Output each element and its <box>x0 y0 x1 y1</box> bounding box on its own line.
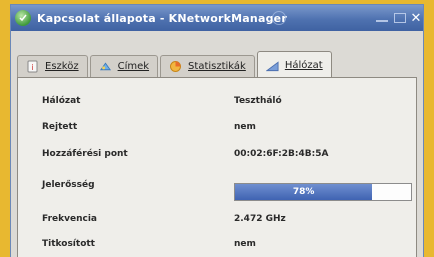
address-icon <box>99 60 112 73</box>
device-icon: i <box>26 60 39 73</box>
signal-bars-icon <box>265 59 279 72</box>
tab-label-addresses: Címek <box>117 61 150 72</box>
tab-statistics[interactable]: Statisztikák <box>160 55 255 77</box>
label-network: Hálózat <box>42 96 81 106</box>
close-button[interactable]: ✕ <box>409 10 423 26</box>
pin-icon <box>272 11 286 25</box>
value-frequency: 2.472 GHz <box>234 214 286 224</box>
close-icon: ✕ <box>410 10 422 26</box>
label-access-point: Hozzáférési pont <box>42 149 128 159</box>
value-network: Tesztháló <box>234 96 282 106</box>
title-bar[interactable]: Kapcsolat állapota - KNetworkManager ✕ <box>11 5 423 31</box>
label-encrypted: Titkosított <box>42 239 95 249</box>
tab-addresses[interactable]: Címek <box>89 55 159 77</box>
tab-bar: i Eszköz Címek Statisztikák Hálózat <box>17 51 334 78</box>
sticky-button[interactable] <box>271 10 287 26</box>
status-window: Kapcsolat állapota - KNetworkManager ✕ i… <box>10 4 424 257</box>
minimize-icon <box>376 14 388 22</box>
value-access-point: 00:02:6F:2B:4B:5A <box>234 149 329 159</box>
label-hidden: Rejtett <box>42 122 78 132</box>
tab-network[interactable]: Hálózat <box>256 51 332 78</box>
tab-device[interactable]: i Eszköz <box>17 55 88 77</box>
signal-strength-value: 78% <box>292 187 315 197</box>
maximize-icon <box>394 13 406 23</box>
signal-strength-bar: 78% <box>234 183 412 201</box>
maximize-button[interactable] <box>391 10 409 26</box>
minimize-button[interactable] <box>373 10 391 26</box>
network-details-panel: Hálózat Tesztháló Rejtett nem Hozzáférés… <box>17 77 417 257</box>
value-hidden: nem <box>234 122 256 132</box>
network-status-icon[interactable] <box>15 10 31 26</box>
tab-label-device: Eszköz <box>45 61 79 72</box>
tab-label-statistics: Statisztikák <box>188 61 246 72</box>
svg-text:i: i <box>31 63 33 72</box>
statistics-icon <box>169 60 182 73</box>
tab-label-network: Hálózat <box>284 59 323 71</box>
value-encrypted: nem <box>234 239 256 249</box>
window-title: Kapcsolat állapota - KNetworkManager <box>37 11 287 25</box>
label-signal-strength: Jelerősség <box>42 180 95 190</box>
label-frequency: Frekvencia <box>42 214 97 224</box>
